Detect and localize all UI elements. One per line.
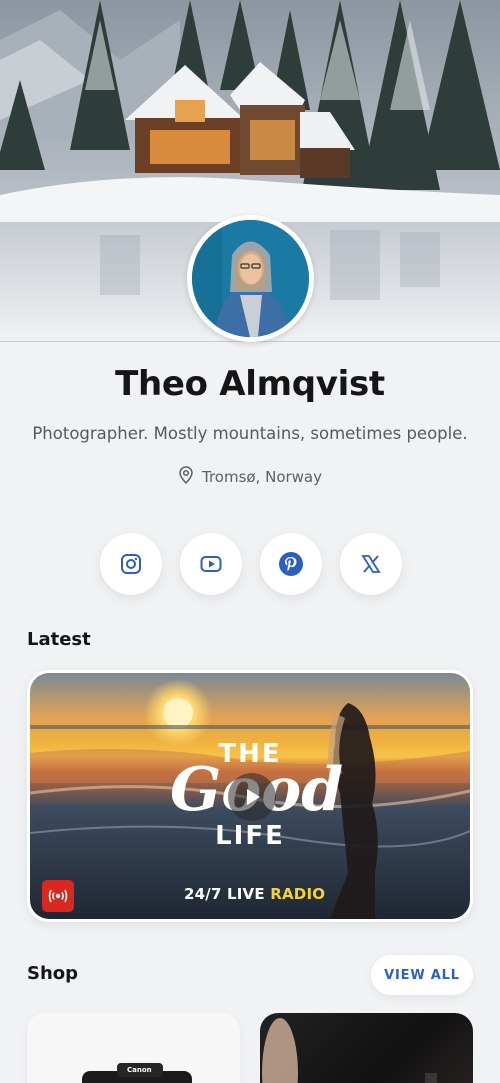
video-thumbnail[interactable]: THE Good LIFE 24/7 LIVE RADIO (30, 673, 470, 919)
live-badge (42, 880, 74, 912)
product-card-print[interactable] (260, 1013, 473, 1083)
youtube-icon (200, 556, 222, 572)
profile-name: Theo Almqvist (115, 364, 385, 404)
pinterest-icon (279, 552, 303, 576)
radio-caption-suffix: RADIO (270, 885, 326, 903)
video-title-line3: LIFE (215, 821, 285, 851)
map-pin-icon (178, 466, 194, 488)
play-icon (247, 789, 260, 805)
profile-bio: Photographer. Mostly mountains, sometime… (32, 424, 468, 443)
radio-caption-prefix: 24/7 LIVE (184, 885, 265, 903)
camera-brand-label: Canon (127, 1066, 152, 1074)
radio-caption: 24/7 LIVE RADIO (184, 885, 325, 903)
instagram-icon (121, 554, 141, 574)
location-text: Tromsø, Norway (201, 468, 322, 486)
play-button[interactable] (228, 773, 276, 821)
social-links (100, 533, 402, 595)
video-card[interactable]: THE Good LIFE 24/7 LIVE RADIO (27, 670, 473, 922)
instagram-button[interactable] (100, 533, 162, 595)
pinterest-button[interactable] (260, 533, 322, 595)
avatar[interactable] (187, 215, 314, 342)
broadcast-icon (48, 889, 68, 903)
x-icon (361, 555, 381, 573)
section-title-latest: Latest (27, 629, 91, 650)
product-card-camera[interactable]: Canon (27, 1013, 240, 1083)
profile-location: Tromsø, Norway (0, 466, 500, 488)
section-title-shop: Shop (27, 963, 79, 984)
x-button[interactable] (340, 533, 402, 595)
view-all-button[interactable]: VIEW ALL (371, 955, 473, 995)
youtube-button[interactable] (180, 533, 242, 595)
